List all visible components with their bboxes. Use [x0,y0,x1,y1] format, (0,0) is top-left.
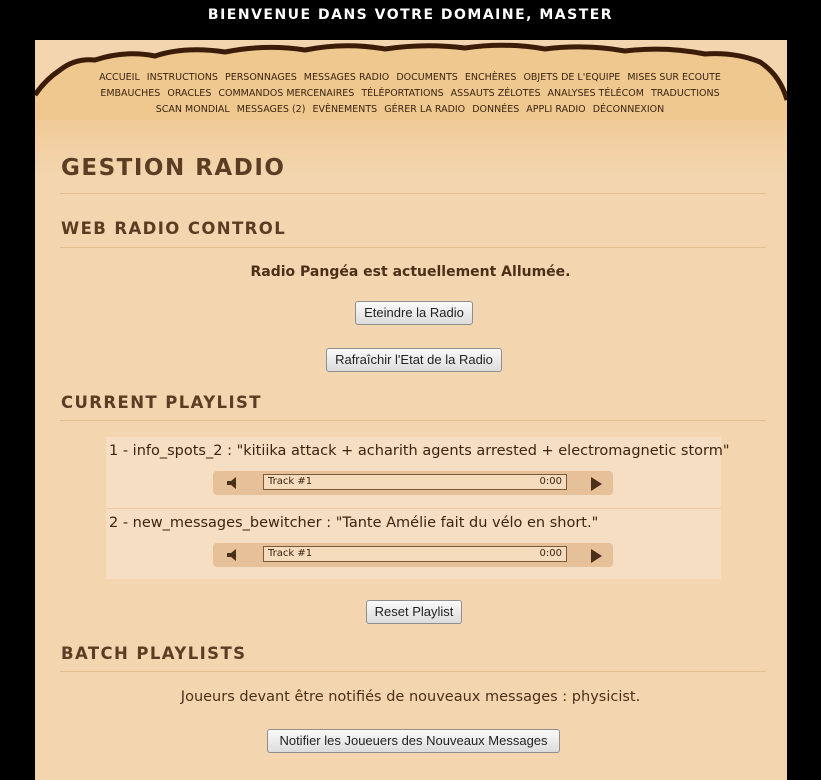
nav-evenements[interactable]: EVÈNEMENTS [312,104,377,115]
track-time: 0:00 [539,548,562,559]
track-label: Track #1 [268,548,313,559]
play-icon[interactable] [591,477,602,491]
nav-personnages[interactable]: PERSONNAGES [225,72,297,83]
nav-commandos-mercenaires[interactable]: COMMANDOS MERCENAIRES [218,88,354,99]
volume-icon[interactable] [227,549,239,561]
divider [60,420,766,421]
playlist-panel: 1 - info_spots_2 : "kitiika attack + ach… [106,437,730,579]
reset-playlist-button[interactable]: Reset Playlist [366,600,462,624]
track-progress-bar[interactable]: Track #1 0:00 [263,546,567,562]
track-time: 0:00 [539,476,562,487]
volume-icon[interactable] [227,477,239,489]
track-progress-bar[interactable]: Track #1 0:00 [263,474,567,490]
track-label: Track #1 [268,476,313,487]
turn-off-radio-button[interactable]: Eteindre la Radio [355,301,473,325]
page-title: GESTION RADIO [61,155,286,181]
nav-row-3: SCAN MONDIAL MESSAGES (2) EVÈNEMENTS GÉR… [40,102,780,118]
nav-mises-sur-ecoute[interactable]: MISES SUR ECOUTE [627,72,721,83]
nav-instructions[interactable]: INSTRUCTIONS [147,72,218,83]
divider [106,508,721,509]
nav-donnees[interactable]: DONNÉES [472,104,519,115]
audio-player: Track #1 0:00 [213,471,613,495]
nav-accueil[interactable]: ACCUEIL [99,72,140,83]
nav-embauches[interactable]: EMBAUCHES [100,88,160,99]
nav-messages[interactable]: MESSAGES (2) [237,104,306,115]
audio-player: Track #1 0:00 [213,543,613,567]
welcome-banner: BIENVENUE DANS VOTRE DOMAINE, MASTER [207,7,614,23]
nav-objets-equipe[interactable]: OBJETS DE L'EQUIPE [523,72,620,83]
nav-traductions[interactable]: TRADUCTIONS [651,88,720,99]
divider [60,247,766,248]
nav-teleportations[interactable]: TÉLÉPORTATIONS [361,88,443,99]
current-playlist-heading: CURRENT PLAYLIST [61,393,262,412]
refresh-radio-state-button[interactable]: Rafraîchir l'Etat de la Radio [326,348,502,372]
radio-status-text: Radio Pangéa est actuellement Allumée. [250,264,571,280]
nav-row-1: ACCUEIL INSTRUCTIONS PERSONNAGES MESSAGE… [40,70,780,86]
track-title: 2 - new_messages_bewitcher : "Tante Amél… [109,515,599,531]
track-title: 1 - info_spots_2 : "kitiika attack + ach… [109,443,730,459]
nav-documents[interactable]: DOCUMENTS [396,72,458,83]
nav-encheres[interactable]: ENCHÈRES [465,72,517,83]
nav-row-2: EMBAUCHES ORACLES COMMANDOS MERCENAIRES … [40,86,780,102]
notify-players-button[interactable]: Notifier les Joueuers des Nouveaux Messa… [267,729,560,753]
nav-oracles[interactable]: ORACLES [167,88,211,99]
batch-playlists-heading: BATCH PLAYLISTS [61,644,247,663]
nav-messages-radio[interactable]: MESSAGES RADIO [304,72,390,83]
web-radio-heading: WEB RADIO CONTROL [61,219,287,238]
play-icon[interactable] [591,549,602,563]
divider [60,193,766,194]
notify-players-text: Joueurs devant être notifiés de nouveaux… [180,689,641,705]
nav-assauts-zelotes[interactable]: ASSAUTS ZÉLOTES [451,88,541,99]
nav-deconnexion[interactable]: DÉCONNEXION [593,104,665,115]
main-nav: ACCUEIL INSTRUCTIONS PERSONNAGES MESSAGE… [40,70,780,118]
nav-gerer-la-radio[interactable]: GÉRER LA RADIO [384,104,465,115]
nav-appli-radio[interactable]: APPLI RADIO [526,104,585,115]
divider [60,671,766,672]
nav-scan-mondial[interactable]: SCAN MONDIAL [156,104,230,115]
nav-analyses-telecom[interactable]: ANALYSES TÉLÉCOM [548,88,644,99]
